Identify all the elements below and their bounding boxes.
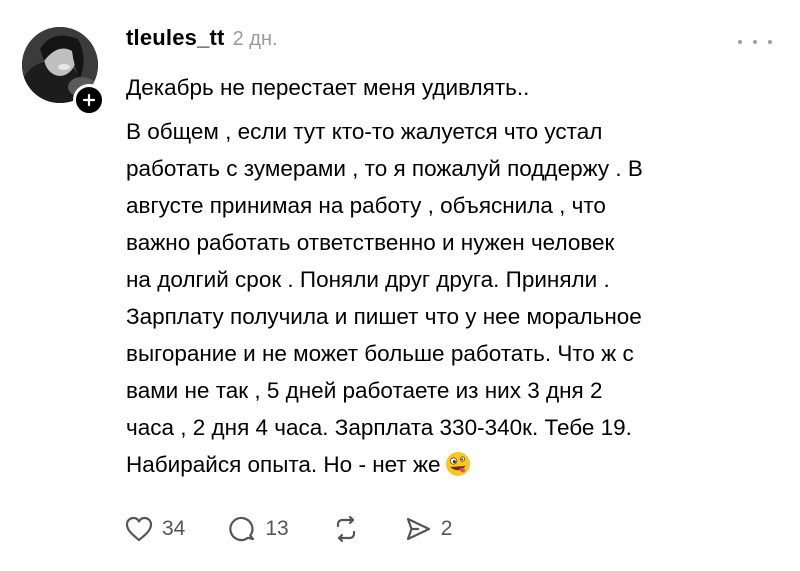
reply-button[interactable]: 13 <box>227 514 289 544</box>
heart-icon <box>125 516 153 542</box>
share-button[interactable]: 2 <box>403 514 453 544</box>
like-button[interactable]: 34 <box>124 515 185 543</box>
post-text-line-last: Набирайся опыта. Но - нет же <box>126 446 786 483</box>
post-text-line: августе принимая на работу , объяснила ,… <box>126 193 606 218</box>
action-bar: 34 13 2 <box>124 513 494 545</box>
post-text-line: Зарплату получила и пишет что у нее мора… <box>126 304 642 329</box>
post-text-line: вами не так , 5 дней работаете из них 3 … <box>126 378 603 403</box>
post-text-line: В общем , если тут кто-то жалуется что у… <box>126 119 603 144</box>
repost-icon <box>336 515 355 543</box>
reply-count: 13 <box>265 517 289 540</box>
send-icon <box>406 517 430 541</box>
post-text-line: часа , 2 дня 4 часа. Зарплата 330-340к. … <box>126 415 632 440</box>
post-text-line: Декабрь не перестает меня удивлять.. <box>126 75 530 100</box>
post-text: Декабрь не перестает меня удивлять.. В о… <box>126 69 786 483</box>
follow-plus-icon[interactable] <box>73 84 105 116</box>
zany-face-emoji-icon <box>445 451 471 477</box>
post-text-line: работать с зумерами , то я пожалуй подде… <box>126 156 643 181</box>
repost-button[interactable] <box>331 514 361 544</box>
username[interactable]: tleules_tt <box>126 25 225 51</box>
more-options-icon[interactable] <box>738 34 772 50</box>
post-text-line: на долгий срок . Поняли друг друга. Прин… <box>126 267 610 292</box>
thread-post: tleules_tt 2 дн. Декабрь не перестает ме… <box>0 0 800 571</box>
post-header: tleules_tt 2 дн. <box>126 25 278 57</box>
post-text-line-content: Набирайся опыта. Но - нет же <box>126 452 441 477</box>
avatar-container[interactable] <box>22 27 105 116</box>
share-count: 2 <box>440 517 453 540</box>
post-text-line: важно работать ответственно и нужен чело… <box>126 230 615 255</box>
timestamp: 2 дн. <box>232 28 278 50</box>
post-text-line: выгорание и не может больше работать. Чт… <box>126 341 634 366</box>
comment-icon <box>229 516 255 542</box>
like-count: 34 <box>162 517 186 540</box>
